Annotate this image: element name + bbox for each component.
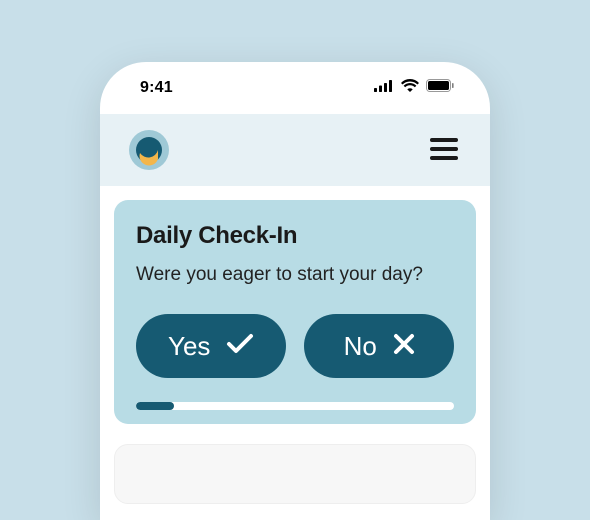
- progress-track: [136, 402, 454, 410]
- status-bar: 9:41: [100, 62, 490, 114]
- app-header: [100, 114, 490, 186]
- card-question: Were you eager to start your day?: [136, 264, 454, 286]
- yes-button[interactable]: Yes: [136, 314, 286, 378]
- status-time: 9:41: [140, 79, 173, 97]
- daily-checkin-card: Daily Check-In Were you eager to start y…: [114, 200, 476, 424]
- progress-fill: [136, 402, 174, 410]
- wifi-icon: [401, 79, 419, 97]
- no-button[interactable]: No: [304, 314, 454, 378]
- phone-frame: 9:41 Daily C: [100, 62, 490, 520]
- next-card-preview: [114, 444, 476, 504]
- no-label: No: [344, 331, 377, 362]
- yes-label: Yes: [168, 331, 210, 362]
- x-icon: [393, 331, 415, 362]
- battery-icon: [426, 79, 454, 97]
- hamburger-menu-button[interactable]: [426, 134, 462, 167]
- status-icons: [374, 79, 454, 97]
- answer-buttons: Yes No: [136, 314, 454, 378]
- cellular-icon: [374, 79, 394, 97]
- app-logo: [128, 129, 170, 171]
- card-title: Daily Check-In: [136, 222, 454, 250]
- hamburger-icon: [430, 148, 458, 163]
- content-area: Daily Check-In Were you eager to start y…: [100, 186, 490, 424]
- check-icon: [226, 331, 254, 362]
